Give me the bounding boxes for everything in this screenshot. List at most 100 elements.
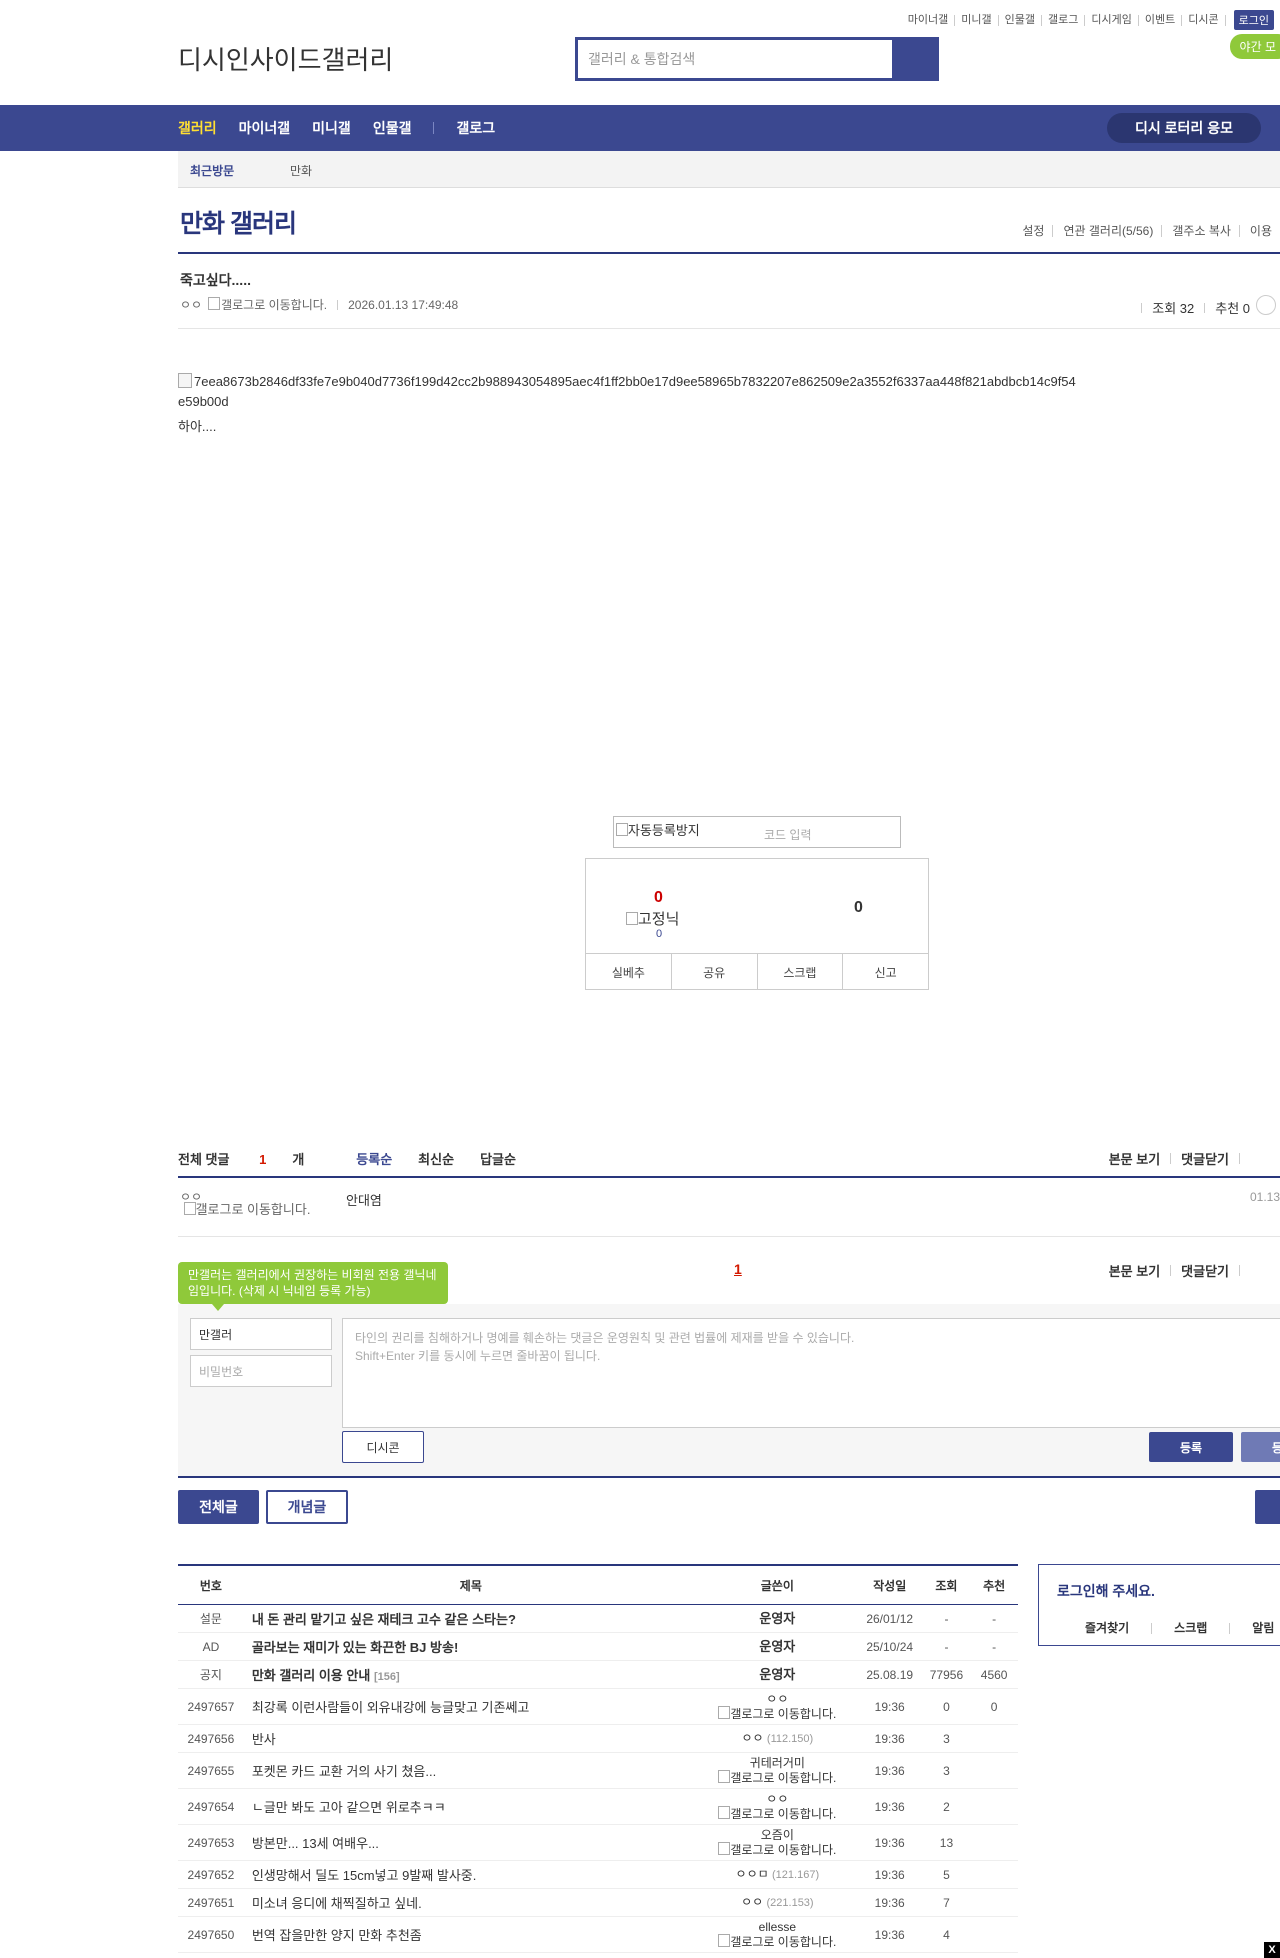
table-row[interactable]: 2497657 최강록 이런사람들이 외유내강에 능글맞고 기존쎄고 ㅇㅇ 갤로그로 … [178, 1688, 1018, 1725]
favorites-link[interactable]: 즐겨찾기 [1085, 1622, 1151, 1634]
scrap-link[interactable]: 스크랩 [1151, 1622, 1229, 1634]
nav-item-gallog[interactable]: 갤로그 [456, 118, 495, 138]
comment-page-1[interactable]: 1 [734, 1261, 742, 1277]
share-button[interactable]: 공유 [672, 954, 758, 990]
gallery-title[interactable]: 만화 갤러리 [180, 204, 297, 240]
view-post-link[interactable]: 본문 보기 [1109, 1149, 1160, 1168]
row-title[interactable]: 방본만... 13세 여배우... [243, 1824, 698, 1861]
row-title[interactable]: 인생망해서 딜도 15cm넣고 9발째 발사중. [243, 1860, 698, 1889]
row-writer-nick[interactable]: 운영자 [759, 1639, 795, 1654]
notifications-link[interactable]: 알림 [1229, 1622, 1280, 1634]
close-comments-link[interactable]: 댓글닫기 [1181, 1149, 1229, 1168]
row-writer[interactable]: ㅇㅇ 갤로그로 이동합니다. [697, 1788, 857, 1825]
row-writer-nick[interactable]: ㅇㅇ [766, 1692, 788, 1706]
table-row[interactable]: 2497653 방본만... 13세 여배우... 오즘이 갤로그로 이동합니다. 19… [178, 1824, 1018, 1861]
scrap-button[interactable]: 스크랩 [758, 954, 844, 990]
row-writer[interactable]: ㅇㅇ (112.150) [697, 1724, 857, 1753]
table-row[interactable]: 2497651 미소녀 응디에 채찍질하고 싶네. ㅇㅇ (221.153) 19:3… [178, 1888, 1018, 1917]
row-writer[interactable]: ㅇㅇ (221.153) [697, 1888, 857, 1917]
settings-link[interactable]: 설정 [1012, 225, 1052, 237]
lottery-button[interactable]: 디시 로터리 응모 [1107, 113, 1261, 143]
usage-link[interactable]: 이용 [1238, 225, 1280, 237]
sort-by-registered[interactable]: 등록순 [356, 1149, 392, 1168]
row-writer[interactable]: 오즘이 갤로그로 이동합니다. [697, 1824, 857, 1861]
row-writer[interactable]: 귀테러거미 갤로그로 이동합니다. [697, 1752, 857, 1789]
row-writer-gallog[interactable]: 갤로그로 이동합니다. [718, 1769, 836, 1785]
row-title-text[interactable]: 반사 [252, 1732, 276, 1747]
util-link-person[interactable]: 인물갤 [999, 14, 1043, 26]
nav-item-gallery[interactable]: 갤러리 [178, 118, 217, 138]
view-post-link[interactable]: 본문 보기 [1109, 1261, 1160, 1280]
copy-address-link[interactable]: 갤주소 복사 [1161, 225, 1239, 237]
row-writer-nick[interactable]: ㅇㅇ [766, 1792, 788, 1806]
login-prompt-title[interactable]: 로그인해 주세요. [1057, 1581, 1155, 1601]
search-button[interactable] [892, 40, 936, 78]
row-title[interactable]: 내 돈 관리 맡기고 싶은 재테크 고수 같은 스타는? [243, 1604, 698, 1633]
row-title-text[interactable]: 포켓몬 카드 교환 거의 사기 쳤음... [252, 1764, 436, 1779]
dccon-button[interactable]: 디시콘 [342, 1431, 424, 1463]
table-row[interactable]: 설문 내 돈 관리 맡기고 싶은 재테크 고수 같은 스타는? 운영자 26/01/1… [178, 1604, 1018, 1633]
row-title-text[interactable]: 최강록 이런사람들이 외유내강에 능글맞고 기존쎄고 [252, 1700, 530, 1715]
row-title[interactable]: 포켓몬 카드 교환 거의 사기 쳤음... [243, 1752, 698, 1789]
close-icon[interactable]: X [1264, 1942, 1280, 1958]
upvote-count[interactable]: 0 [654, 889, 663, 907]
row-writer-gallog[interactable]: 갤로그로 이동합니다. [718, 1705, 836, 1721]
search-input[interactable]: 갤러리 & 통합검색 [578, 40, 892, 78]
comment-gallog-link[interactable]: 갤로그로 이동합니다. [182, 1202, 312, 1216]
row-title[interactable]: 반사 [243, 1724, 698, 1753]
row-writer-gallog[interactable]: 갤로그로 이동합니다. [718, 1933, 836, 1949]
row-title-text[interactable]: 번역 잡을만한 양지 만화 추천좀 [252, 1928, 422, 1943]
site-logo[interactable]: 디시인사이드갤러리 [178, 40, 393, 77]
nav-item-minor[interactable]: 마이너갤 [239, 118, 291, 138]
row-reply-count[interactable]: [156] [374, 1671, 400, 1683]
row-writer-nick[interactable]: 운영자 [759, 1611, 795, 1626]
row-writer[interactable]: ㅇㅇㅁ (121.167) [697, 1860, 857, 1889]
downvote-count[interactable]: 0 [854, 899, 863, 917]
submit-comment-button[interactable]: 등록 [1149, 1432, 1233, 1462]
row-writer-nick[interactable]: ㅇㅇ [741, 1895, 763, 1909]
related-galleries-link[interactable]: 연관 갤러리(5/56) [1052, 225, 1161, 237]
row-writer-nick[interactable]: 귀테러거미 [750, 1756, 805, 1770]
row-writer-nick[interactable]: 오즘이 [761, 1828, 794, 1842]
tab-all-posts[interactable]: 전체글 [178, 1490, 259, 1524]
report-button[interactable]: 신고 [843, 954, 928, 990]
row-title-text[interactable]: ㄴ글만 봐도 고아 같으면 위로추ㅋㅋ [252, 1800, 446, 1815]
row-title[interactable]: 번역 잡을만한 양지 만화 추천좀 [243, 1916, 698, 1953]
row-writer-nick[interactable]: ㅇㅇ [741, 1731, 763, 1745]
table-row[interactable]: 2497650 번역 잡을만한 양지 만화 추천좀 ellesse 갤로그로 이동합니… [178, 1916, 1018, 1953]
table-row[interactable]: 공지 만화 갤러리 이용 안내 [156] 운영자 25.08.19 77956 4560 [178, 1660, 1018, 1689]
table-row[interactable]: 2497655 포켓몬 카드 교환 거의 사기 쳤음... 귀테러거미 갤로그로 이동… [178, 1752, 1018, 1789]
row-title[interactable]: ㄴ글만 봐도 고아 같으면 위로추ㅋㅋ [243, 1788, 698, 1825]
row-title-text[interactable]: 방본만... 13세 여배우... [252, 1836, 379, 1851]
row-title-text[interactable]: 미소녀 응디에 채찍질하고 싶네. [252, 1896, 422, 1911]
row-title-text[interactable]: 골라보는 재미가 있는 화끈한 BJ 방송! [252, 1640, 458, 1655]
row-writer-gallog[interactable]: 갤로그로 이동합니다. [718, 1841, 836, 1857]
post-image[interactable]: 7eea8673b2846df33fe7e9b040d7736f199d42cc… [178, 372, 1078, 412]
util-link-minor[interactable]: 마이너갤 [902, 14, 956, 26]
row-writer-nick[interactable]: 운영자 [759, 1667, 795, 1682]
recent-visits-label[interactable]: 최근방문 [190, 162, 234, 179]
row-title-text[interactable]: 내 돈 관리 맡기고 싶은 재테크 고수 같은 스타는? [252, 1612, 516, 1627]
table-row[interactable]: 2497652 인생망해서 딜도 15cm넣고 9발째 발사중. ㅇㅇㅁ (121.… [178, 1860, 1018, 1889]
row-writer[interactable]: ㅇㅇ 갤로그로 이동합니다. [697, 1688, 857, 1725]
row-title[interactable]: 미소녀 응디에 채찍질하고 싶네. [243, 1888, 698, 1917]
util-link-event[interactable]: 이벤트 [1139, 14, 1183, 26]
recent-visit-item[interactable]: 만화 [290, 162, 312, 179]
row-title[interactable]: 골라보는 재미가 있는 화끈한 BJ 방송! [243, 1632, 698, 1661]
row-writer[interactable]: 운영자 [697, 1660, 857, 1689]
table-row[interactable]: 2497656 반사 ㅇㅇ (112.150) 19:36 3 [178, 1724, 1018, 1753]
submit-comment-button-2[interactable]: 등록 [1241, 1432, 1280, 1462]
util-link-mini[interactable]: 미니갤 [955, 14, 999, 26]
write-post-button[interactable] [1255, 1490, 1280, 1524]
night-mode-toggle[interactable]: 야간 모 [1229, 34, 1280, 59]
row-title-text[interactable]: 만화 갤러리 이용 안내 [252, 1668, 370, 1683]
captcha-input[interactable]: 코드 입력 [764, 826, 812, 843]
row-writer-nick[interactable]: ellesse [759, 1920, 796, 1934]
sort-by-replies[interactable]: 답글순 [480, 1149, 516, 1168]
table-row[interactable]: 2497654 ㄴ글만 봐도 고아 같으면 위로추ㅋㅋ ㅇㅇ 갤로그로 이동합니다. 1… [178, 1788, 1018, 1825]
login-button[interactable]: 로그인 [1233, 10, 1274, 30]
nickname-field[interactable]: 만갤러 [190, 1318, 332, 1350]
table-row[interactable]: AD 골라보는 재미가 있는 화끈한 BJ 방송! 운영자 25/10/24- - [178, 1632, 1018, 1661]
post-author[interactable]: ㅇㅇ [180, 296, 202, 313]
util-link-gallog[interactable]: 갤로그 [1042, 14, 1086, 26]
